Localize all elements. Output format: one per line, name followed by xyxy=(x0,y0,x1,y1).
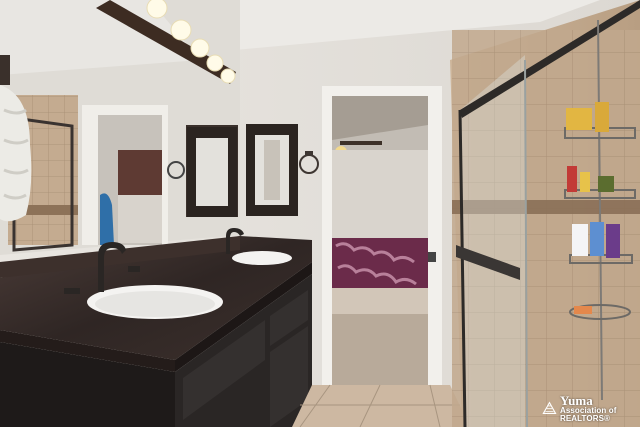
sink-basin-back xyxy=(232,251,292,265)
watermark-line-1: Yuma xyxy=(559,392,593,408)
realtors-logo-icon xyxy=(542,401,557,414)
small-mirror-right xyxy=(246,124,298,216)
doorway-bedroom xyxy=(322,86,442,391)
floor-tiles xyxy=(292,384,470,427)
sink-basin-front xyxy=(87,285,223,319)
bathroom-photo xyxy=(0,0,640,427)
walk-in-shower xyxy=(450,0,640,427)
small-mirror-left xyxy=(187,127,237,217)
realtors-watermark: Yuma Association of REALTORS® xyxy=(542,393,634,423)
watermark-line-2: Association of REALTORS® xyxy=(559,405,617,423)
